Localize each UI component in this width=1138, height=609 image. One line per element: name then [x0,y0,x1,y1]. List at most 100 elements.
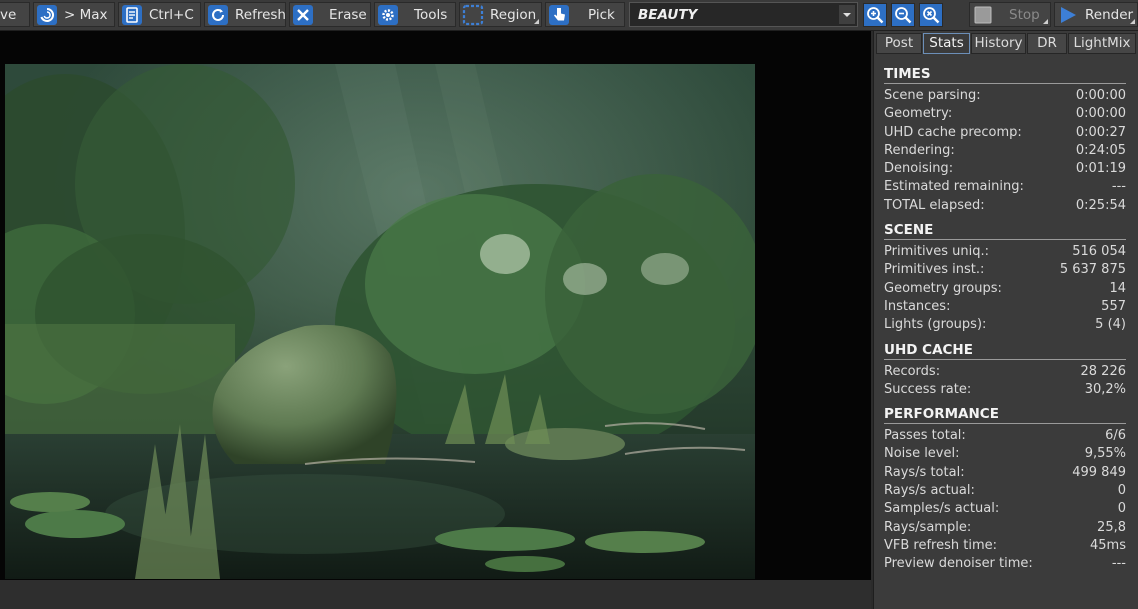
tools-button-label: Tools [414,6,448,23]
stat-label: Geometry groups: [884,280,1002,296]
stat-row: Denoising: 0:01:19 [884,160,1126,178]
stat-value: 0 [1117,483,1126,499]
tab-post[interactable]: Post [876,33,922,54]
refresh-button[interactable]: Refresh [204,2,286,27]
stats-panel: TIMES Scene parsing: 0:00:00 Geometry: 0:0… [884,65,1126,574]
pick-button[interactable]: Pick [545,2,625,27]
region-select-icon [462,4,484,25]
tab-history[interactable]: History [971,33,1026,54]
tools-button[interactable]: Tools [374,2,456,27]
clipboard-icon [122,4,142,25]
stat-label: Preview denoiser time: [884,556,1033,572]
stat-value: 6/6 [1105,428,1126,444]
zoom-in-button[interactable] [863,3,887,27]
stat-label: Scene parsing: [884,88,981,103]
stat-value: 516 054 [1072,244,1126,260]
stat-value: 45ms [1090,537,1126,553]
stat-label: Primitives inst.: [884,262,985,278]
stat-label: Passes total: [884,428,966,444]
stat-row: VFB refresh time: 45ms [884,537,1126,555]
stat-value: 0 [1117,501,1126,517]
stat-row: Rays/s actual: 0 [884,482,1126,500]
stat-label: Success rate: [884,381,972,397]
stat-label: UHD cache precomp: [884,124,1022,140]
stat-row: Passes total: 6/6 [884,427,1126,445]
render-button-label: Render [1085,6,1134,23]
stat-value: --- [1111,556,1126,572]
zoom-fit-icon [920,4,942,26]
tab-lightmix[interactable]: LightMix [1068,33,1136,54]
save-button[interactable]: ve [0,2,30,27]
tab-dr[interactable]: DR [1027,33,1067,54]
stat-value: 0:00:27 [1075,124,1126,140]
stat-label: Rays/s actual: [884,483,975,499]
erase-x-icon [293,4,313,25]
stat-label: TOTAL elapsed: [884,197,985,213]
max-button[interactable]: > Max [33,2,115,27]
stat-label: Rendering: [884,142,955,158]
pick-button-label: Pick [588,6,615,23]
stat-label: Lights (groups): [884,317,987,333]
zoom-fit-button[interactable] [919,3,943,27]
copy-button-label: Ctrl+C [149,6,194,23]
region-button[interactable]: Region [459,2,542,27]
erase-button-label: Erase [329,6,367,23]
stop-button[interactable]: Stop [969,2,1051,27]
render-channel-value: BEAUTY [638,7,698,23]
stat-row: Rendering: 0:24:05 [884,142,1126,160]
stat-value: 28 226 [1080,363,1127,379]
stat-value: 499 849 [1072,464,1126,480]
tab-stats[interactable]: Stats [923,33,970,54]
stat-row: Instances: 557 [884,298,1126,316]
side-panel: Post Stats History DR LightMix TIMES Sce… [873,31,1138,609]
stat-row: TOTAL elapsed: 0:25:54 [884,197,1126,215]
stat-value: 0:01:19 [1075,161,1126,177]
gear-icon [378,4,398,25]
performance-list: Passes total: 6/6 Noise level: 9,55% Rays/… [884,427,1126,573]
stat-row: Scene parsing: 0:00:00 [884,87,1126,105]
stat-row: UHD cache precomp: 0:00:27 [884,124,1126,142]
stat-row: Rays/sample: 25,8 [884,519,1126,537]
stat-row: Success rate: 30,2% [884,381,1126,399]
stat-value: 0:25:54 [1075,197,1126,213]
stat-value: --- [1111,179,1126,195]
stat-row: Primitives inst.: 5 637 875 [884,261,1126,279]
zoom-out-icon [892,4,914,26]
erase-button[interactable]: Erase [289,2,371,27]
section-scene-heading: SCENE [884,221,1126,241]
scene-list: Primitives uniq.: 516 054 Primitives inst… [884,243,1126,334]
toolbar: ve > Max Ctrl+C Refresh Erase Tools Regi… [0,0,1138,31]
stat-label: Noise level: [884,446,960,462]
stat-row: Preview denoiser time: --- [884,555,1126,573]
stat-row: Records: 28 226 [884,363,1126,381]
stop-icon [974,6,992,23]
region-button-label: Region [490,6,537,23]
stat-value: 9,55% [1084,446,1126,462]
render-button[interactable]: Render [1054,2,1138,27]
stat-value: 5 (4) [1095,317,1126,333]
max-button-label: > Max [64,6,108,23]
stat-label: Rays/sample: [884,519,972,535]
stat-label: Geometry: [884,106,953,122]
chevron-down-icon[interactable] [839,5,855,24]
copy-button[interactable]: Ctrl+C [118,2,201,27]
render-viewport[interactable] [0,31,871,609]
hand-pointer-icon [549,4,569,25]
stat-label: VFB refresh time: [884,537,998,553]
zoom-out-button[interactable] [891,3,915,27]
section-times-heading: TIMES [884,65,1126,84]
stat-value: 14 [1109,280,1126,296]
refresh-button-label: Refresh [235,6,286,23]
stat-value: 25,8 [1097,519,1126,535]
uhd-cache-list: Records: 28 226 Success rate: 30,2% [884,363,1126,400]
stat-row: Estimated remaining: --- [884,178,1126,196]
section-performance-heading: PERFORMANCE [884,405,1126,425]
stop-button-label: Stop [1009,6,1040,23]
stat-row: Primitives uniq.: 516 054 [884,243,1126,261]
stat-label: Rays/s total: [884,464,965,480]
stat-label: Primitives uniq.: [884,244,990,260]
render-channel-select[interactable]: BEAUTY [629,2,858,27]
stat-row: Geometry groups: 14 [884,280,1126,298]
stat-label: Samples/s actual: [884,501,1000,517]
stat-row: Lights (groups): 5 (4) [884,316,1126,334]
